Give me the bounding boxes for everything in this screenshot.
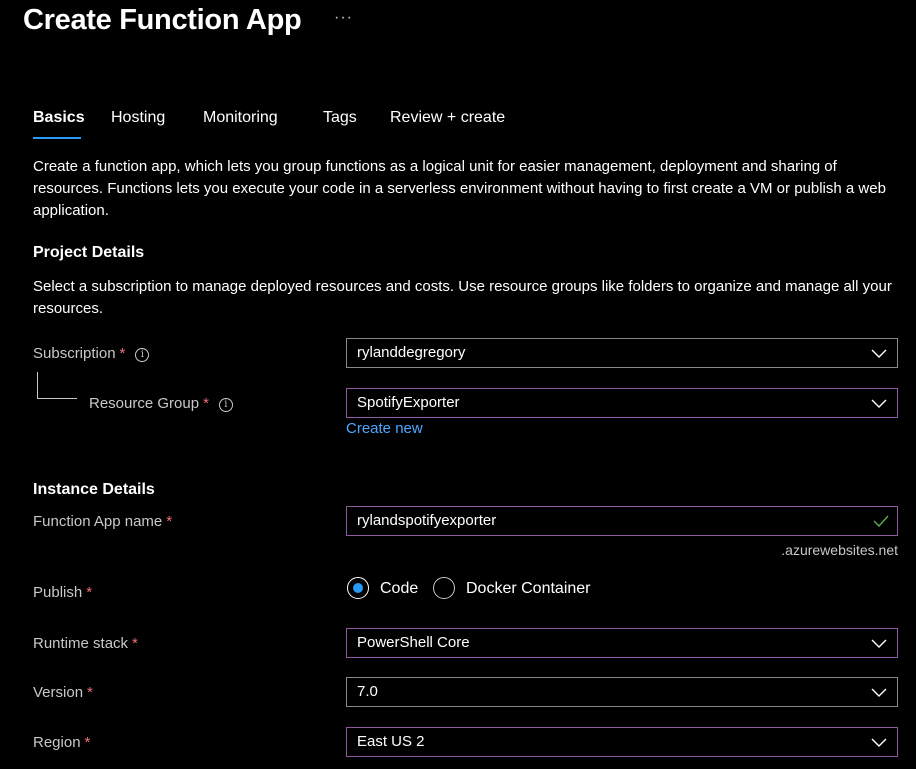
- more-options-button[interactable]: ···: [334, 8, 353, 28]
- resource-group-label: Resource Group * i: [89, 394, 233, 414]
- required-marker: *: [86, 584, 93, 601]
- tab-basics[interactable]: Basics: [33, 108, 85, 128]
- region-dropdown[interactable]: East US 2: [346, 727, 898, 757]
- region-label: Region *: [33, 733, 90, 753]
- domain-suffix: .azurewebsites.net: [781, 542, 898, 558]
- publish-label-text: Publish: [33, 584, 83, 601]
- chevron-down-icon: [871, 399, 887, 408]
- function-app-name-input[interactable]: rylandspotifyexporter: [346, 506, 898, 536]
- version-label: Version *: [33, 683, 93, 703]
- required-marker: *: [203, 395, 209, 412]
- tab-tags[interactable]: Tags: [323, 108, 357, 128]
- project-details-heading: Project Details: [33, 244, 145, 261]
- info-icon[interactable]: i: [135, 348, 150, 362]
- tree-connector-horizontal: [37, 398, 77, 399]
- instance-details-heading: Instance Details: [33, 481, 155, 498]
- create-new-resource-group-link[interactable]: Create new: [346, 419, 423, 439]
- runtime-stack-dropdown[interactable]: PowerShell Core: [346, 628, 898, 658]
- chevron-down-icon: [871, 738, 887, 747]
- subscription-label-text: Subscription: [33, 345, 116, 362]
- runtime-stack-label: Runtime stack *: [33, 634, 138, 654]
- tab-monitoring[interactable]: Monitoring: [203, 108, 278, 128]
- checkmark-icon: [873, 515, 889, 528]
- version-dropdown[interactable]: 7.0: [346, 677, 898, 707]
- publish-docker-radio[interactable]: [433, 577, 455, 599]
- version-label-text: Version: [33, 684, 84, 701]
- tree-connector-vertical: [37, 372, 38, 398]
- publish-code-label[interactable]: Code: [380, 579, 418, 599]
- version-value: 7.0: [357, 683, 378, 700]
- subscription-value: rylanddegregory: [357, 344, 466, 361]
- active-tab-indicator: [33, 137, 81, 139]
- subscription-label: Subscription * i: [33, 344, 150, 364]
- runtime-stack-label-text: Runtime stack: [33, 635, 129, 652]
- tab-hosting[interactable]: Hosting: [111, 108, 165, 128]
- required-marker: *: [84, 734, 91, 751]
- info-icon[interactable]: i: [218, 398, 233, 412]
- function-app-name-value: rylandspotifyexporter: [357, 512, 497, 529]
- publish-docker-label[interactable]: Docker Container: [466, 579, 591, 599]
- chevron-down-icon: [871, 688, 887, 697]
- create-function-app-page: Create Function App ··· Basics Hosting M…: [0, 0, 916, 769]
- function-app-name-label: Function App name *: [33, 512, 172, 532]
- page-title: Create Function App: [23, 4, 302, 36]
- tab-review-create[interactable]: Review + create: [390, 108, 505, 128]
- region-value: East US 2: [357, 733, 425, 750]
- runtime-stack-value: PowerShell Core: [357, 634, 470, 651]
- intro-text: Create a function app, which lets you gr…: [33, 158, 886, 219]
- publish-label: Publish *: [33, 583, 92, 603]
- required-marker: *: [132, 635, 138, 652]
- chevron-down-icon: [871, 349, 887, 358]
- function-app-name-label-text: Function App name: [33, 513, 163, 530]
- resource-group-value: SpotifyExporter: [357, 394, 460, 411]
- project-details-description: Select a subscription to manage deployed…: [33, 278, 892, 317]
- resource-group-dropdown[interactable]: SpotifyExporter: [346, 388, 898, 418]
- subscription-dropdown[interactable]: rylanddegregory: [346, 338, 898, 368]
- required-marker: *: [119, 345, 126, 362]
- publish-code-radio[interactable]: [347, 577, 369, 599]
- resource-group-label-text: Resource Group: [89, 395, 200, 412]
- required-marker: *: [87, 684, 93, 701]
- required-marker: *: [166, 513, 173, 530]
- region-label-text: Region: [33, 734, 81, 751]
- chevron-down-icon: [871, 639, 887, 648]
